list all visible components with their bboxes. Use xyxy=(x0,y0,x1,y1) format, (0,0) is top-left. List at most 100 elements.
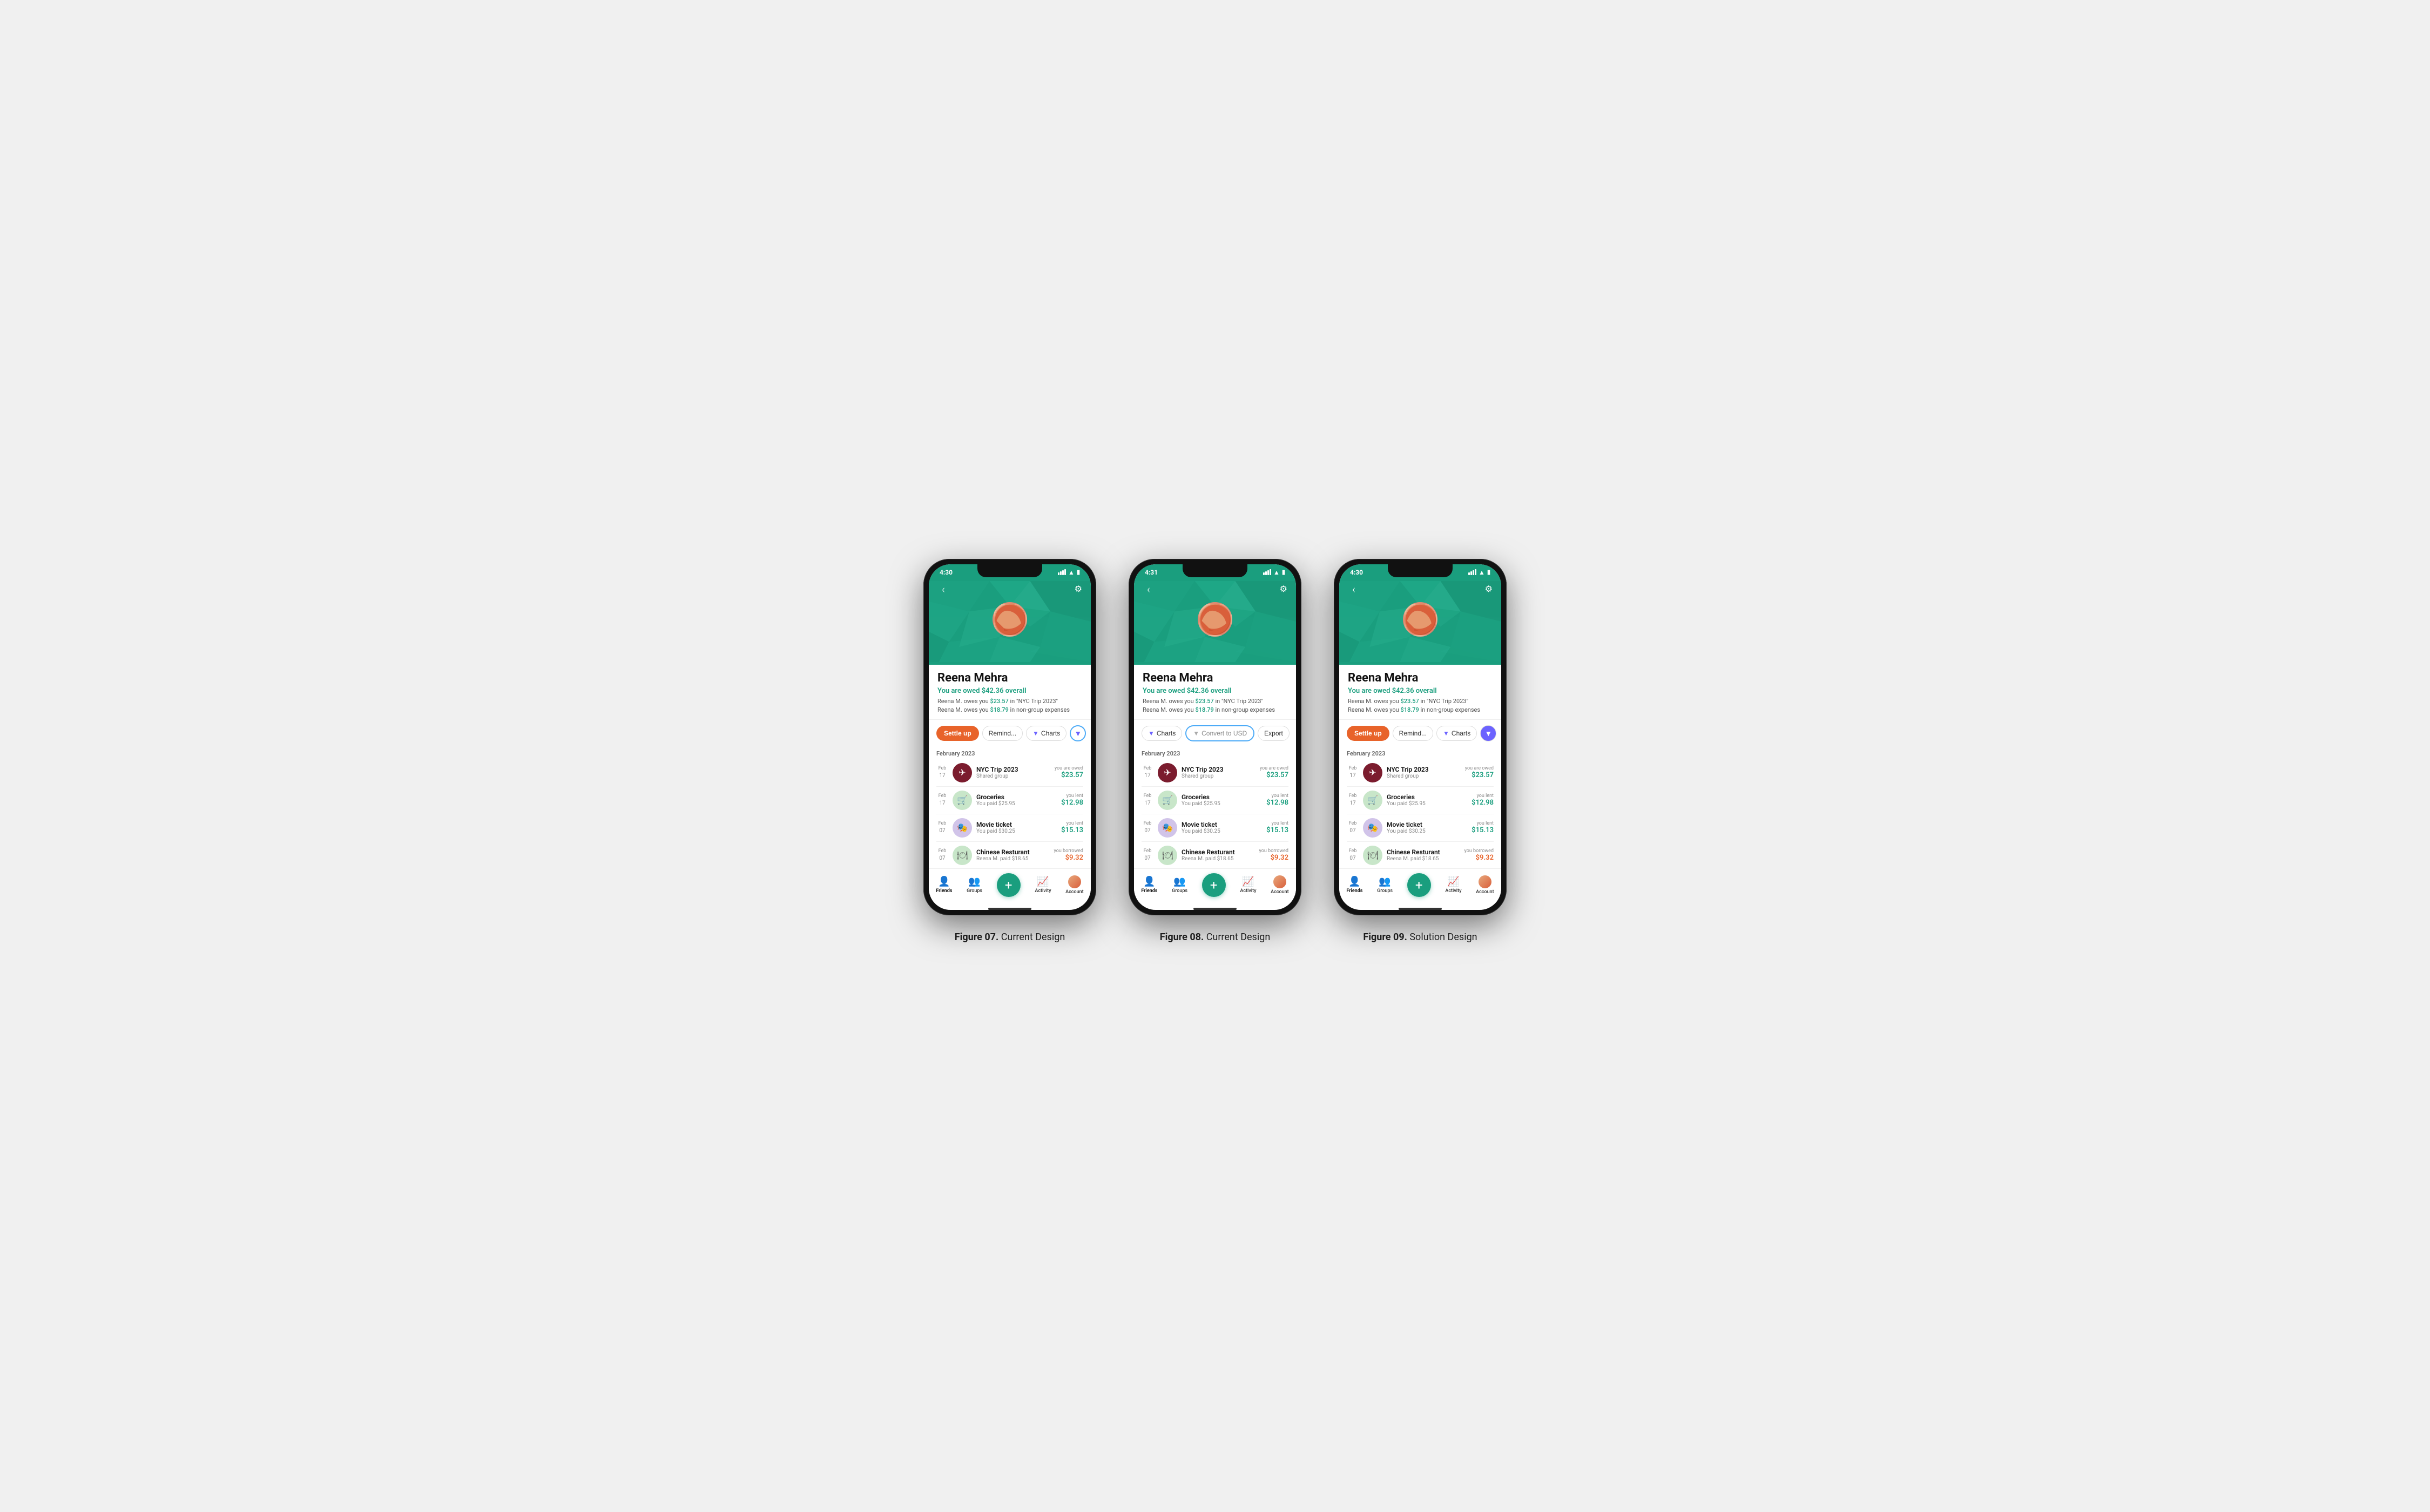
tx-date-2: Feb 07 xyxy=(1347,821,1359,834)
tx-sub-1: You paid $25.95 xyxy=(976,801,1057,807)
tx-info-2: Movie ticket You paid $30.25 xyxy=(1387,821,1467,834)
transaction-item-0[interactable]: Feb 17 ✈ NYC Trip 2023 Shared group you … xyxy=(936,759,1083,787)
tx-name-3: Chinese Resturant xyxy=(1182,848,1255,856)
battery-icon: ▮ xyxy=(1487,569,1490,576)
export-button[interactable]: Export xyxy=(1258,726,1290,741)
signal-bar-2 xyxy=(1265,571,1267,575)
home-indicator xyxy=(988,908,1031,910)
tx-month: Feb xyxy=(936,793,948,800)
settle-up-button[interactable]: Settle up xyxy=(1347,726,1389,741)
tx-info-3: Chinese Resturant Reena M. paid $18.65 xyxy=(1387,848,1460,862)
nav-friends[interactable]: 👤 Friends xyxy=(936,876,952,894)
tx-name-1: Groceries xyxy=(1182,793,1262,801)
nav-groups[interactable]: 👥 Groups xyxy=(1377,876,1393,894)
tx-icon-2: 🎭 xyxy=(1363,818,1382,838)
status-icons: ▲ ▮ xyxy=(1468,569,1490,576)
transaction-item-0[interactable]: Feb 17 ✈ NYC Trip 2023 Shared group you … xyxy=(1347,759,1494,787)
grocery-icon: 🛒 xyxy=(957,795,968,805)
tx-month: Feb xyxy=(1347,821,1359,827)
account-label: Account xyxy=(1476,889,1494,895)
account-avatar xyxy=(1068,875,1081,888)
convert-button[interactable]: ▼ Convert to USD xyxy=(1185,725,1254,741)
transaction-item-3[interactable]: Feb 07 🍽 Chinese Resturant Reena M. paid… xyxy=(1142,842,1288,868)
settings-button[interactable]: ⚙ xyxy=(1280,584,1287,594)
action-buttons: Settle up Remind... ▼ Charts ▼ xyxy=(1339,720,1501,747)
tx-name-0: NYC Trip 2023 xyxy=(1387,766,1461,773)
caption-text: Solution Design xyxy=(1409,932,1477,943)
food-icon: 🍽 xyxy=(1162,850,1173,860)
phone-notch xyxy=(1388,564,1453,577)
nav-activity[interactable]: 📈 Activity xyxy=(1240,876,1256,894)
transaction-item-3[interactable]: Feb 07 🍽 Chinese Resturant Reena M. paid… xyxy=(936,842,1083,868)
signal-bar-1 xyxy=(1058,572,1059,575)
nav-account[interactable]: Account xyxy=(1065,875,1083,895)
groups-label: Groups xyxy=(1172,888,1187,894)
back-button[interactable]: ‹ xyxy=(1143,580,1155,598)
tx-day: 07 xyxy=(1142,855,1153,862)
header-nav: ‹ ⚙ xyxy=(1143,580,1287,598)
back-button[interactable]: ‹ xyxy=(1348,580,1360,598)
activity-icon: 📈 xyxy=(1242,876,1254,887)
tx-month: Feb xyxy=(936,766,948,772)
nav-friends[interactable]: 👤 Friends xyxy=(1141,876,1157,894)
nav-account[interactable]: Account xyxy=(1271,875,1288,895)
transaction-item-1[interactable]: Feb 17 🛒 Groceries You paid $25.95 you l… xyxy=(936,787,1083,814)
bottom-nav: 👤 Friends 👥 Groups + 📈 Activity Account xyxy=(929,868,1091,906)
transaction-item-1[interactable]: Feb 17 🛒 Groceries You paid $25.95 you l… xyxy=(1347,787,1494,814)
tx-day: 17 xyxy=(1142,772,1153,779)
add-button[interactable]: + xyxy=(997,873,1021,897)
movie-icon: 🎭 xyxy=(1162,822,1173,833)
figure-fig09: 4:30 ▲ ▮ ‹ ⚙ xyxy=(1334,559,1507,943)
more-button[interactable]: ▼ xyxy=(1070,725,1086,741)
status-time: 4:30 xyxy=(940,569,953,576)
nav-groups[interactable]: 👥 Groups xyxy=(967,876,982,894)
add-button[interactable]: + xyxy=(1407,873,1431,897)
signal-bars xyxy=(1263,569,1271,575)
nav-activity[interactable]: 📈 Activity xyxy=(1035,876,1051,894)
settings-button[interactable]: ⚙ xyxy=(1485,584,1493,594)
home-indicator xyxy=(1399,908,1442,910)
friends-icon: 👤 xyxy=(938,876,950,887)
tx-status-3: you borrowed xyxy=(1259,848,1288,854)
transaction-item-0[interactable]: Feb 17 ✈ NYC Trip 2023 Shared group you … xyxy=(1142,759,1288,787)
more-button[interactable]: ▼ xyxy=(1480,725,1496,741)
debt-detail: Reena M. owes you $23.57 in "NYC Trip 20… xyxy=(1143,697,1287,715)
caption-text: Current Design xyxy=(1206,932,1271,943)
friends-icon: 👤 xyxy=(1143,876,1155,887)
tx-date-2: Feb 07 xyxy=(1142,821,1153,834)
tx-value-2: $15.13 xyxy=(1472,826,1494,834)
tx-info-2: Movie ticket You paid $30.25 xyxy=(1182,821,1262,834)
nav-friends[interactable]: 👤 Friends xyxy=(1346,876,1362,894)
tx-day: 07 xyxy=(1142,827,1153,834)
add-button[interactable]: + xyxy=(1202,873,1226,897)
transactions-list: February 2023 Feb 17 ✈ NYC Trip 2023 Sha… xyxy=(929,747,1091,868)
tx-amount-2: you lent $15.13 xyxy=(1061,821,1083,834)
transaction-item-2[interactable]: Feb 07 🎭 Movie ticket You paid $30.25 yo… xyxy=(1347,814,1494,842)
charts-button[interactable]: ▼ Charts xyxy=(1142,726,1182,741)
back-button[interactable]: ‹ xyxy=(937,580,949,598)
amount-2: $18.79 xyxy=(1195,706,1213,713)
charts-icon: ▼ xyxy=(1148,730,1155,737)
charts-button[interactable]: ▼ Charts xyxy=(1026,726,1066,741)
tx-sub-2: You paid $30.25 xyxy=(1387,828,1467,834)
profile-name: Reena Mehra xyxy=(1348,671,1493,685)
transaction-item-3[interactable]: Feb 07 🍽 Chinese Resturant Reena M. paid… xyxy=(1347,842,1494,868)
transaction-item-1[interactable]: Feb 17 🛒 Groceries You paid $25.95 you l… xyxy=(1142,787,1288,814)
nav-activity[interactable]: 📈 Activity xyxy=(1445,876,1461,894)
nav-groups[interactable]: 👥 Groups xyxy=(1172,876,1187,894)
settle-up-button[interactable]: Settle up xyxy=(936,726,979,741)
tx-name-1: Groceries xyxy=(976,793,1057,801)
tx-day: 17 xyxy=(1347,772,1359,779)
screen-fig07: 4:30 ▲ ▮ ‹ ⚙ xyxy=(929,564,1091,910)
nav-account[interactable]: Account xyxy=(1476,875,1494,895)
transaction-item-2[interactable]: Feb 07 🎭 Movie ticket You paid $30.25 yo… xyxy=(936,814,1083,842)
transaction-item-2[interactable]: Feb 07 🎭 Movie ticket You paid $30.25 yo… xyxy=(1142,814,1288,842)
charts-button[interactable]: ▼ Charts xyxy=(1436,726,1477,741)
settings-button[interactable]: ⚙ xyxy=(1075,584,1082,594)
tx-month: Feb xyxy=(1347,766,1359,772)
signal-bar-2 xyxy=(1470,571,1472,575)
remind-button[interactable]: Remind... xyxy=(1393,726,1433,741)
remind-button[interactable]: Remind... xyxy=(982,726,1023,741)
tx-date-0: Feb 17 xyxy=(1142,766,1153,779)
tx-info-0: NYC Trip 2023 Shared group xyxy=(1182,766,1256,779)
